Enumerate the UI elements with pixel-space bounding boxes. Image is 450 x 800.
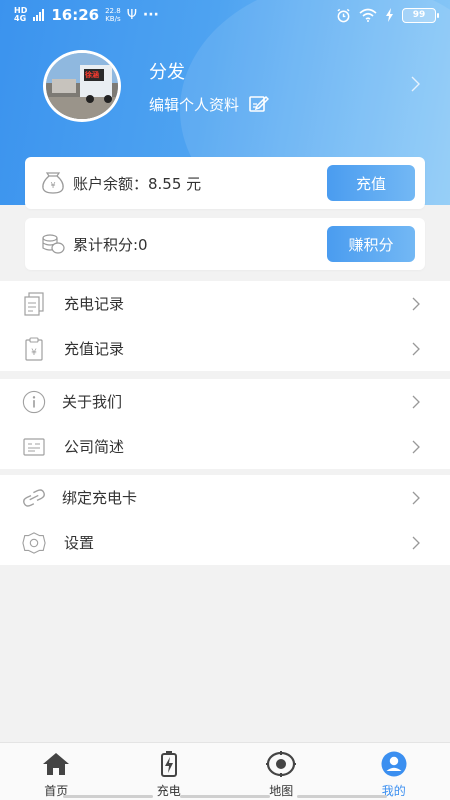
edit-profile-label: 编辑个人资料 <box>149 95 240 114</box>
menu-group-settings: 绑定充电卡 设置 <box>0 475 450 565</box>
menu-item-label: 充值记录 <box>64 340 125 358</box>
edit-icon <box>249 95 270 112</box>
user-icon <box>381 751 407 777</box>
user-name: 分发 <box>149 61 185 83</box>
signal-icon <box>33 9 45 21</box>
tab-charge[interactable]: 充电 <box>113 743 226 800</box>
clock: 16:26 <box>51 6 100 24</box>
card-icon <box>22 435 46 459</box>
alarm-icon <box>337 8 350 22</box>
usb-icon: Ψ <box>126 7 137 23</box>
menu-item-label: 绑定充电卡 <box>62 489 138 507</box>
chevron-right-icon <box>412 536 420 549</box>
clipboard-yuan-icon: ¥ <box>22 336 46 361</box>
network-type: 4G <box>14 14 27 23</box>
menu-item-about-us[interactable]: 关于我们 <box>0 379 450 424</box>
menu-item-label: 设置 <box>64 534 95 552</box>
coins-icon <box>41 232 65 256</box>
earn-points-button[interactable]: 赚积分 <box>327 226 415 262</box>
points-card: 累计积分:0 赚积分 <box>25 218 425 270</box>
tab-map[interactable]: 地图 <box>225 743 338 800</box>
link-icon <box>22 486 46 510</box>
menu-item-company-intro[interactable]: 公司简述 <box>0 424 450 469</box>
battery-indicator: 99 <box>402 7 439 23</box>
menu-group-records: 充电记录 ¥ 充值记录 <box>0 281 450 371</box>
profile-block[interactable]: 徐涵 分发 编辑个人资料 <box>43 50 270 122</box>
menu-group-about: 关于我们 公司简述 <box>0 379 450 469</box>
document-icon <box>22 291 46 316</box>
menu-item-settings[interactable]: 设置 <box>0 520 450 565</box>
svg-text:¥: ¥ <box>31 348 37 358</box>
avatar-sign-text: 徐涵 <box>85 71 99 79</box>
balance-text: 账户余额：8.55 元 <box>73 174 202 193</box>
tab-home[interactable]: 首页 <box>0 743 113 800</box>
points-text: 累计积分:0 <box>73 235 148 254</box>
edit-profile-link[interactable]: 编辑个人资料 <box>149 94 270 115</box>
menu-item-charge-records[interactable]: 充电记录 <box>0 281 450 326</box>
gear-icon <box>22 531 46 555</box>
battery-charge-icon <box>160 751 177 777</box>
profile-chevron-icon[interactable] <box>411 76 420 92</box>
network-indicator: HD 4G <box>14 7 27 23</box>
status-bar: HD 4G 16:26 22.8 KB/s Ψ ··· 99 <box>0 0 450 30</box>
wifi-icon <box>359 8 377 22</box>
menu-item-bind-card[interactable]: 绑定充电卡 <box>0 475 450 520</box>
network-speed: 22.8 KB/s <box>105 7 121 23</box>
chevron-right-icon <box>412 297 420 310</box>
balance-card: ¥ 账户余额：8.55 元 充值 <box>25 157 425 209</box>
bottom-tab-bar: 首页 充电 地图 我的 <box>0 742 450 800</box>
chevron-right-icon <box>412 440 420 453</box>
charging-bolt-icon <box>386 8 393 22</box>
chevron-right-icon <box>412 395 420 408</box>
svg-text:¥: ¥ <box>50 181 55 190</box>
more-notifications-icon: ··· <box>142 7 159 23</box>
menu-item-label: 关于我们 <box>62 393 123 411</box>
chevron-right-icon <box>412 491 420 504</box>
chevron-right-icon <box>412 342 420 355</box>
menu-item-label: 充电记录 <box>64 295 125 313</box>
home-indicator <box>0 795 450 798</box>
menu-item-recharge-records[interactable]: ¥ 充值记录 <box>0 326 450 371</box>
home-icon <box>42 751 70 777</box>
tab-mine[interactable]: 我的 <box>338 743 450 800</box>
avatar[interactable]: 徐涵 <box>43 50 121 122</box>
menu-item-label: 公司简述 <box>64 438 125 456</box>
recharge-button[interactable]: 充值 <box>327 165 415 201</box>
info-icon <box>22 390 46 414</box>
location-icon <box>266 751 297 777</box>
money-bag-icon: ¥ <box>41 171 65 195</box>
